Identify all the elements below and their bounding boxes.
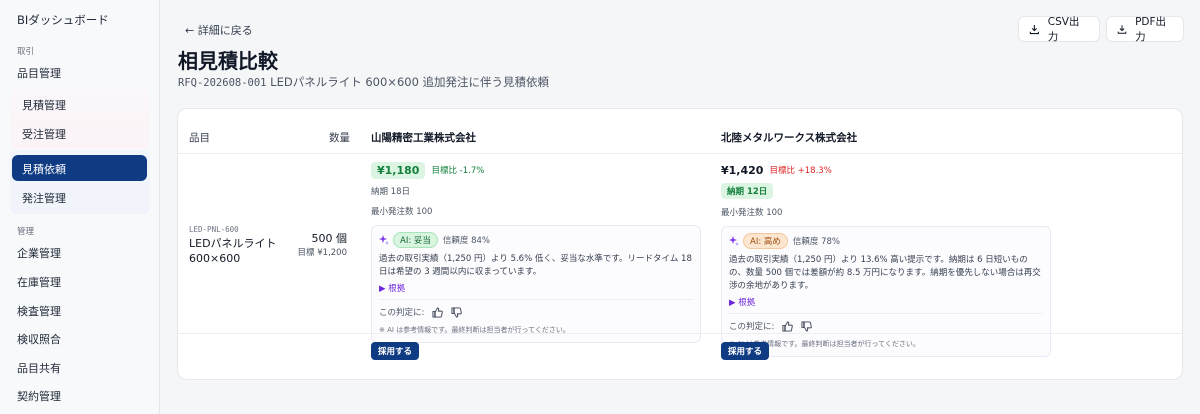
header-divider bbox=[178, 153, 1182, 154]
quote-price: ¥1,420 bbox=[721, 163, 764, 177]
thumbs-down-icon[interactable] bbox=[801, 320, 813, 332]
ai-assessment: AI: 妥当 信頼度 84% 過去の取引実績（1,250 円）より 5.6% 低… bbox=[371, 225, 701, 343]
adopt-button-supplier-2[interactable]: 採用する bbox=[721, 342, 770, 360]
item-target-price: 目標 ¥1,200 bbox=[297, 248, 347, 258]
sidebar: BIダッシュボード 取引 品目管理 見積管理 受注管理 見積依頼 発注管理 管理… bbox=[0, 0, 160, 414]
feedback-label: この判定に: bbox=[729, 322, 775, 332]
min-order-qty: 最小発注数 100 bbox=[371, 207, 433, 217]
ai-explanation: 過去の取引実績（1,250 円）より 5.6% 低く、妥当な水準です。リードタイ… bbox=[379, 254, 692, 277]
sidebar-item-inspection[interactable]: 検査管理 bbox=[17, 303, 61, 319]
ai-head: AI: 妥当 信頼度 84% bbox=[379, 232, 693, 248]
ai-head: AI: 高め 信頼度 78% bbox=[729, 233, 1043, 249]
quote-price: ¥1,180 bbox=[371, 161, 426, 179]
ai-explanation: 過去の取引実績（1,250 円）より 13.6% 高い提示です。納期は 6 日短… bbox=[729, 255, 1041, 291]
feedback-row: この判定に: bbox=[379, 306, 693, 318]
sidebar-item-order-received[interactable]: 受注管理 bbox=[22, 126, 66, 142]
page-subtitle: RFQ-202608-001 LEDパネルライト 600×600 追加発注に伴う… bbox=[178, 74, 549, 90]
csv-export-button[interactable]: CSV出力 bbox=[1018, 16, 1100, 43]
min-order-qty: 最小発注数 100 bbox=[721, 208, 783, 218]
supplier-quote-1: ¥1,180 目標比 -1.7% 納期 18日 最小発注数 100 AI: 妥当… bbox=[371, 161, 701, 343]
thumbs-up-icon[interactable] bbox=[432, 306, 444, 318]
feedback-row: この判定に: bbox=[729, 320, 1043, 332]
pdf-export-label: PDF出力 bbox=[1135, 16, 1167, 43]
ai-confidence: 信頼度 84% bbox=[442, 236, 490, 246]
download-icon bbox=[1029, 24, 1039, 34]
ai-verdict-badge: AI: 高め bbox=[743, 233, 788, 249]
lead-time: 納期 12日 bbox=[721, 183, 774, 199]
item-sku: LED-PNL-600 bbox=[189, 225, 239, 234]
target-diff: 目標比 +18.3% bbox=[769, 166, 832, 176]
thumbs-up-icon[interactable] bbox=[782, 320, 794, 332]
sidebar-item-purchase-order[interactable]: 発注管理 bbox=[22, 190, 66, 206]
sidebar-item-company[interactable]: 企業管理 bbox=[17, 245, 61, 261]
basis-toggle[interactable]: ▶ 根拠 bbox=[379, 282, 693, 294]
page-title: 相見積比較 bbox=[178, 49, 278, 73]
sidebar-item-item-share[interactable]: 品目共有 bbox=[17, 360, 61, 376]
comparison-table: 品目 数量 山陽精密工業株式会社 北陸メタルワークス株式会社 LED-PNL-6… bbox=[177, 108, 1183, 380]
back-link[interactable]: ← 詳細に戻る bbox=[185, 22, 253, 38]
supplier-quote-2: ¥1,420 目標比 +18.3% 納期 12日 最小発注数 100 AI: 高… bbox=[721, 161, 1051, 357]
rfq-description: LEDパネルライト 600×600 追加発注に伴う見積依頼 bbox=[270, 75, 550, 89]
thumbs-down-icon[interactable] bbox=[451, 306, 463, 318]
target-diff: 目標比 -1.7% bbox=[431, 166, 485, 176]
column-header-supplier-1: 山陽精密工業株式会社 bbox=[371, 132, 476, 144]
ai-confidence: 信頼度 78% bbox=[792, 237, 840, 247]
ai-divider bbox=[379, 299, 693, 300]
item-name: LEDパネルライト 600×600 bbox=[189, 237, 277, 265]
ai-verdict-badge: AI: 妥当 bbox=[393, 232, 438, 248]
basis-toggle[interactable]: ▶ 根拠 bbox=[729, 296, 1043, 308]
sidebar-item-quote[interactable]: 見積管理 bbox=[22, 97, 66, 113]
pdf-export-button[interactable]: PDF出力 bbox=[1106, 16, 1184, 43]
item-quantity: 500 個 bbox=[311, 232, 348, 245]
rfq-code: RFQ-202608-001 bbox=[178, 77, 267, 89]
ai-assessment: AI: 高め 信頼度 78% 過去の取引実績（1,250 円）より 13.6% … bbox=[721, 226, 1051, 357]
price-row: ¥1,420 目標比 +18.3% bbox=[721, 161, 1051, 179]
column-header-item: 品目 bbox=[189, 132, 210, 144]
sidebar-item-rfq[interactable]: 見積依頼 bbox=[12, 155, 147, 181]
column-header-supplier-2: 北陸メタルワークス株式会社 bbox=[721, 132, 858, 144]
price-row: ¥1,180 目標比 -1.7% bbox=[371, 161, 701, 179]
sparkle-icon bbox=[729, 236, 739, 246]
csv-export-label: CSV出力 bbox=[1047, 16, 1080, 43]
lead-time: 納期 18日 bbox=[371, 187, 411, 197]
download-icon bbox=[1117, 24, 1127, 34]
section-label-trade: 取引 bbox=[17, 47, 35, 57]
sidebar-item-contract[interactable]: 契約管理 bbox=[17, 388, 61, 404]
ai-disclaimer: ※ AI は参考情報です。最終判断は担当者が行ってください。 bbox=[729, 340, 920, 348]
section-label-manage: 管理 bbox=[17, 227, 35, 237]
sparkle-icon bbox=[379, 235, 389, 245]
adopt-button-supplier-1[interactable]: 採用する bbox=[371, 342, 420, 360]
feedback-label: この判定に: bbox=[379, 308, 425, 318]
brand-title[interactable]: BIダッシュボード bbox=[17, 12, 109, 28]
sidebar-item-inventory[interactable]: 在庫管理 bbox=[17, 274, 61, 290]
ai-divider bbox=[729, 313, 1043, 314]
sidebar-item-acceptance[interactable]: 検収照合 bbox=[17, 331, 61, 347]
column-header-quantity: 数量 bbox=[329, 132, 350, 144]
sidebar-item-item-master[interactable]: 品目管理 bbox=[17, 65, 61, 81]
row-divider bbox=[178, 333, 1182, 334]
